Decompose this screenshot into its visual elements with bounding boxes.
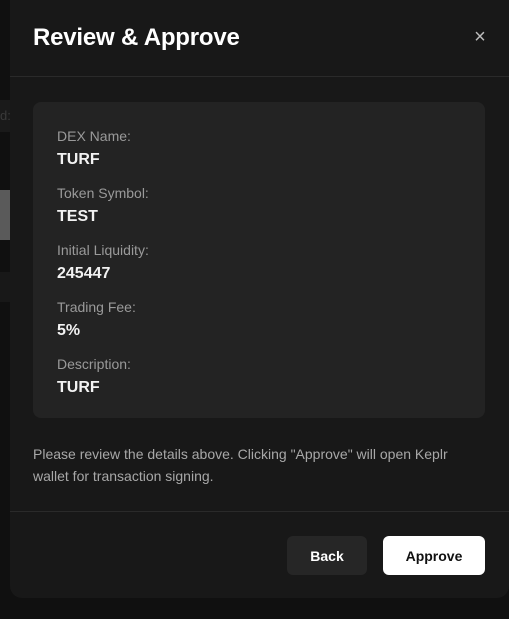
detail-token-symbol: Token Symbol: TEST: [57, 184, 149, 227]
detail-value: 5%: [57, 322, 81, 339]
review-notice: Please review the details above. Clickin…: [33, 446, 448, 484]
detail-value: TEST: [57, 208, 98, 225]
detail-value: TURF: [57, 379, 100, 396]
detail-description: Description: TURF: [57, 355, 131, 398]
detail-initial-liquidity: Initial Liquidity: 245447: [57, 241, 149, 284]
back-button[interactable]: Back: [287, 536, 367, 575]
close-icon[interactable]: ×: [469, 26, 491, 48]
modal-header: Review & Approve ×: [10, 0, 509, 77]
detail-label: Initial Liquidity:: [57, 242, 149, 258]
approve-button[interactable]: Approve: [383, 536, 485, 575]
detail-trading-fee: Trading Fee: 5%: [57, 298, 136, 341]
modal-footer: Back Approve: [10, 511, 509, 598]
details-card: DEX Name: TURF Token Symbol: TEST Initia…: [33, 102, 485, 418]
detail-label: Trading Fee:: [57, 299, 136, 315]
detail-label: DEX Name:: [57, 128, 131, 144]
detail-label: Description:: [57, 356, 131, 372]
modal-title: Review & Approve: [33, 24, 240, 51]
detail-value: TURF: [57, 151, 100, 168]
detail-dex-name: DEX Name: TURF: [57, 127, 131, 170]
detail-value: 245447: [57, 265, 111, 282]
detail-label: Token Symbol:: [57, 185, 149, 201]
review-approve-modal: Review & Approve × DEX Name: TURF Token …: [10, 0, 509, 598]
